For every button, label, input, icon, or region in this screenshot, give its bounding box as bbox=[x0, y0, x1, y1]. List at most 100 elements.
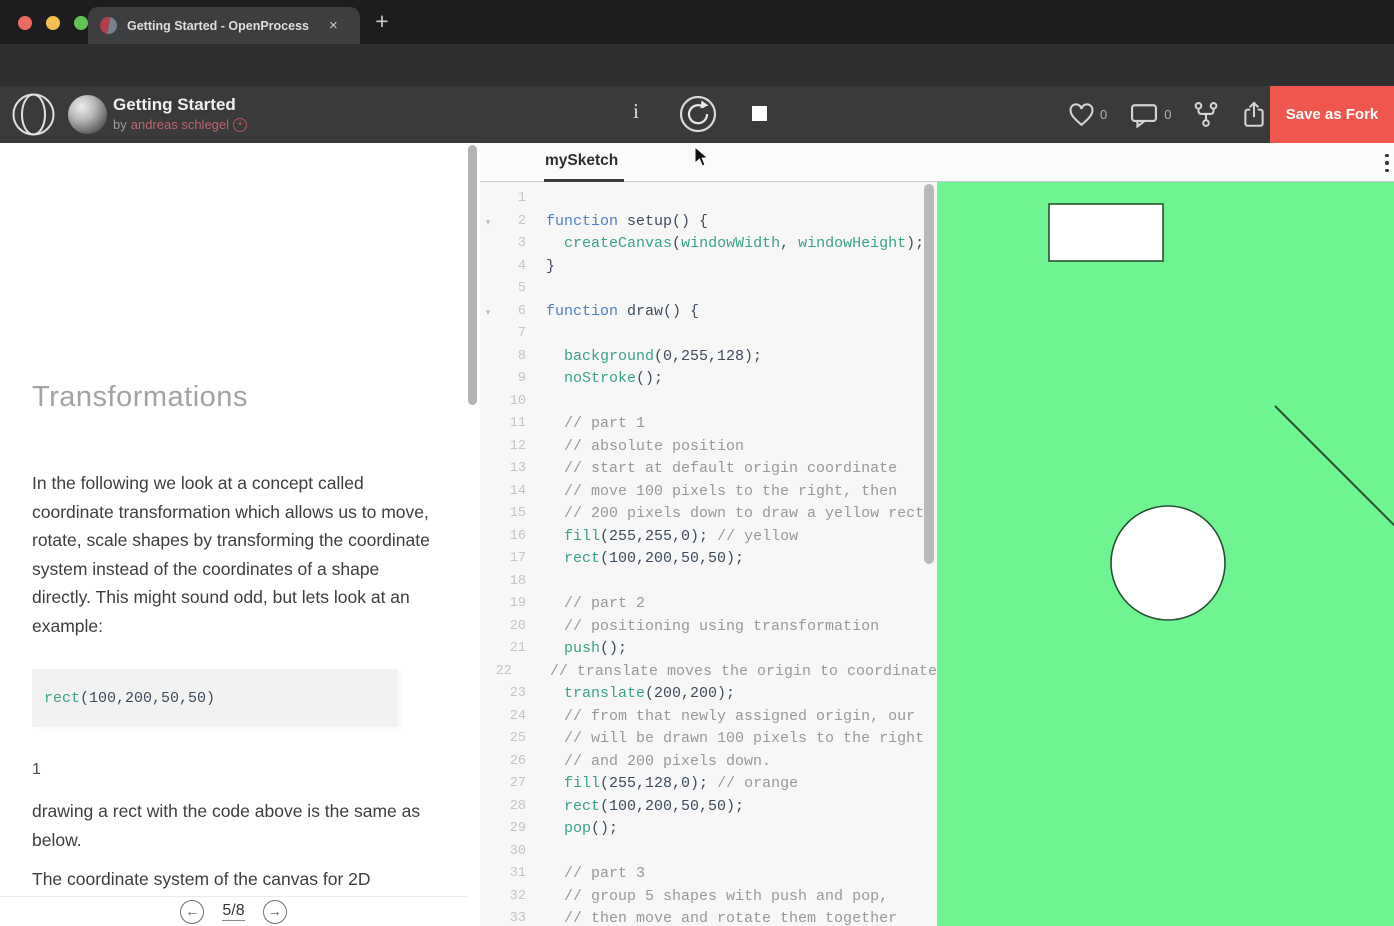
follow-plus-icon[interactable]: + bbox=[233, 117, 248, 132]
fold-gutter bbox=[480, 616, 496, 639]
line-number: 26 bbox=[509, 753, 526, 769]
sketch-canvas[interactable] bbox=[937, 182, 1394, 926]
editor-scrollbar[interactable] bbox=[924, 184, 934, 564]
fold-gutter bbox=[480, 278, 496, 301]
line-number: 32 bbox=[509, 888, 526, 904]
code-line: ▾ 2 function setup() { bbox=[480, 211, 937, 234]
comments-group[interactable]: 0 bbox=[1129, 102, 1171, 128]
save-as-fork-button[interactable]: Save as Fork bbox=[1270, 86, 1394, 143]
snippet-function: rect bbox=[44, 689, 81, 707]
line-number: 22 bbox=[495, 663, 512, 679]
openprocessing-favicon bbox=[100, 17, 117, 34]
new-tab-button[interactable]: + bbox=[368, 8, 396, 35]
fold-gutter bbox=[480, 458, 496, 481]
browser-toolbar: ← → openprocessing.org/sketch/968773 bbox=[0, 44, 1394, 124]
code-text: fill(255,128,0); // orange bbox=[564, 775, 799, 792]
code-text: rect(100,200,50,50); bbox=[564, 550, 745, 567]
line-number: 25 bbox=[509, 731, 526, 746]
code-line: 28 rect(100,200,50,50); bbox=[480, 796, 937, 819]
fold-arrow-icon[interactable]: ▾ bbox=[480, 211, 496, 234]
social-actions: 0 0 bbox=[1068, 86, 1279, 143]
author-avatar[interactable] bbox=[68, 95, 107, 134]
code-line: 15 // 200 pixels down to draw a yellow r… bbox=[480, 503, 937, 526]
fold-gutter bbox=[480, 188, 496, 211]
code-text: // group 5 shapes with push and pop, bbox=[564, 887, 889, 905]
page-indicator[interactable]: 5/8 bbox=[222, 902, 245, 921]
code-editor[interactable]: 1 ▾ 2 function setup() {3 createCanvas(wind… bbox=[480, 182, 937, 926]
code-line: 3 createCanvas(windowWidth, windowHeight… bbox=[480, 233, 937, 256]
fold-gutter bbox=[480, 571, 496, 594]
code-text: // then move and rotate them together bbox=[564, 910, 898, 926]
code-text: // part 3 bbox=[564, 865, 646, 882]
code-line: 25 // will be drawn 100 pixels to the ri… bbox=[480, 728, 937, 751]
code-text: } bbox=[546, 257, 556, 275]
line-number: 9 bbox=[517, 371, 526, 386]
code-text: // part 2 bbox=[564, 595, 646, 612]
tutorial-pager: ← 5/8 → bbox=[0, 896, 467, 926]
likes-group[interactable]: 0 bbox=[1068, 102, 1108, 127]
openprocessing-logo[interactable] bbox=[10, 91, 57, 138]
code-line: 32 // group 5 shapes with push and pop, bbox=[480, 886, 937, 909]
code-line: 8 background(0,255,128); bbox=[480, 346, 937, 369]
fold-gutter bbox=[480, 773, 496, 796]
code-line: 30 bbox=[480, 841, 937, 864]
line-number: 8 bbox=[517, 348, 526, 364]
prev-page-button[interactable]: ← bbox=[180, 899, 205, 924]
code-line: 4} bbox=[480, 256, 937, 279]
sketch-rect bbox=[1048, 203, 1164, 262]
code-text: function draw() { bbox=[546, 302, 700, 320]
tutorial-code-snippet: rect (100,200,50,50) bbox=[32, 669, 398, 727]
fold-gutter bbox=[480, 256, 496, 279]
fold-gutter bbox=[480, 863, 496, 886]
share-icon[interactable] bbox=[1241, 100, 1267, 129]
byline-prefix: by bbox=[113, 117, 127, 132]
code-text: // move 100 pixels to the right, then bbox=[564, 482, 898, 500]
info-button[interactable]: i bbox=[628, 99, 644, 124]
code-text: // and 200 pixels down. bbox=[564, 752, 772, 770]
fold-gutter bbox=[480, 728, 496, 751]
zoom-window-button[interactable] bbox=[74, 16, 88, 30]
code-line: ▾ 6 function draw() { bbox=[480, 301, 937, 324]
code-line: 27 fill(255,128,0); // orange bbox=[480, 773, 937, 796]
fold-arrow-icon[interactable]: ▾ bbox=[480, 301, 496, 324]
tab-close-icon[interactable]: × bbox=[329, 17, 338, 34]
editor-menu-icon[interactable] bbox=[1381, 150, 1393, 176]
fold-gutter bbox=[480, 908, 496, 926]
code-text: background(0,255,128); bbox=[564, 347, 763, 365]
line-number: 21 bbox=[509, 641, 526, 656]
author-link[interactable]: andreas schlegel bbox=[131, 117, 229, 132]
line-number: 33 bbox=[509, 911, 526, 926]
stop-sketch-button[interactable] bbox=[752, 106, 767, 121]
comment-count: 0 bbox=[1164, 107, 1172, 122]
close-window-button[interactable] bbox=[18, 16, 32, 30]
line-number: 31 bbox=[509, 866, 526, 881]
code-line: 24 // from that newly assigned origin, o… bbox=[480, 706, 937, 729]
tab-mysketch[interactable]: mySketch bbox=[544, 143, 624, 182]
code-line: 31 // part 3 bbox=[480, 863, 937, 886]
next-page-button[interactable]: → bbox=[262, 899, 287, 924]
code-text: // part 1 bbox=[564, 415, 646, 432]
line-number: 20 bbox=[509, 618, 526, 634]
fold-gutter bbox=[480, 391, 496, 414]
browser-tab[interactable]: Getting Started - OpenProcess × bbox=[88, 7, 360, 44]
fold-gutter bbox=[480, 796, 496, 819]
fold-gutter bbox=[480, 638, 496, 661]
fold-gutter bbox=[480, 886, 496, 909]
snippet-caption: 1 bbox=[32, 761, 41, 778]
browser-tab-strip: Getting Started - OpenProcess × + bbox=[0, 0, 1394, 44]
like-count: 0 bbox=[1100, 107, 1108, 122]
code-line: 29 pop(); bbox=[480, 818, 937, 841]
line-number: 13 bbox=[509, 461, 526, 476]
fork-icon[interactable] bbox=[1193, 101, 1219, 129]
sketch-circle bbox=[1110, 505, 1226, 621]
code-text: createCanvas(windowWidth, windowHeight); bbox=[564, 235, 925, 252]
macos-traffic-lights bbox=[18, 16, 88, 30]
sketch-title: Getting Started bbox=[113, 95, 236, 114]
browser-window: Getting Started - OpenProcess × + ← → op… bbox=[0, 0, 1394, 926]
line-number: 30 bbox=[509, 843, 526, 859]
code-line: 33 // then move and rotate them together bbox=[480, 908, 937, 926]
minimize-window-button[interactable] bbox=[46, 16, 60, 30]
restart-sketch-button[interactable] bbox=[678, 94, 718, 134]
line-number: 15 bbox=[509, 506, 526, 521]
tutorial-scrollbar[interactable] bbox=[468, 145, 477, 405]
